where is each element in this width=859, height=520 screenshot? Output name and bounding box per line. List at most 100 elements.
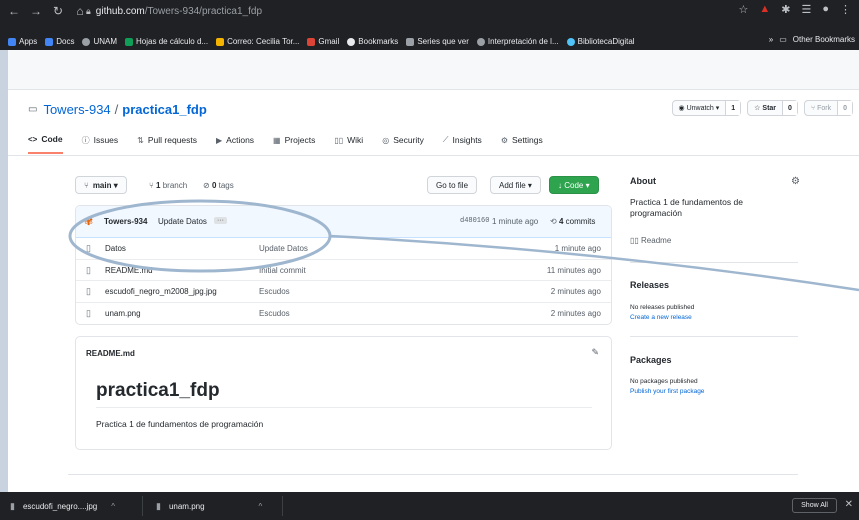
forward-icon[interactable]: → [28, 4, 44, 18]
tab-actions[interactable]: ▶ Actions [216, 134, 254, 154]
reload-icon[interactable]: ↻ [50, 4, 66, 18]
bookmark-item[interactable]: Apps [8, 37, 37, 46]
downloads-bar: ▮ escudofi_negro....jpg ^ ▮ unam.png ^ S… [0, 492, 859, 520]
kebab-menu-icon[interactable]: ⋮ [840, 3, 851, 16]
releases-title[interactable]: Releases [630, 280, 669, 290]
file-commit-message[interactable]: Escudos [259, 287, 290, 296]
tab-security[interactable]: ◎ Security [382, 134, 424, 154]
file-icon: ▯ [86, 307, 91, 318]
chevron-up-icon[interactable]: ^ [111, 502, 115, 511]
fork-button[interactable]: ⑂ Fork 0 [803, 100, 853, 116]
extension-icons: ☆ ▲ ✱ ☰ ● ⋮ [738, 3, 851, 16]
star-count[interactable]: 0 [782, 101, 797, 115]
commit-expand-button[interactable]: ··· [214, 217, 227, 224]
bookmark-item[interactable]: Bookmarks [347, 37, 398, 46]
bookmarks-bar: Apps Docs UNAM Hojas de cálculo d... Cor… [0, 33, 859, 50]
file-commit-message[interactable]: Initial commit [259, 266, 306, 275]
file-name[interactable]: README.md [105, 266, 153, 275]
file-list: ✾ Towers-934 Update Datos ··· d480160 1 … [75, 205, 612, 325]
file-icon: ▮ [156, 501, 161, 511]
table-row[interactable]: ▯ Datos Update Datos 1 minute ago [76, 238, 611, 260]
fork-count[interactable]: 0 [837, 101, 852, 115]
repo-tabs: <> Code ⓘ Issues ⇅ Pull requests ▶ Actions ▦… [28, 134, 562, 154]
file-time: 11 minutes ago [546, 265, 601, 275]
tab-issues[interactable]: ⓘ Issues [82, 134, 119, 154]
commit-author[interactable]: Towers-934 [104, 217, 147, 226]
publish-package-link[interactable]: Publish your first package [630, 388, 704, 395]
chevron-up-icon[interactable]: ^ [259, 502, 263, 511]
file-name[interactable]: Datos [105, 244, 126, 253]
sidebar: About ⚙ Practica 1 de fundamentos de pro… [630, 176, 800, 395]
watch-count[interactable]: 1 [725, 101, 741, 115]
bookmark-item[interactable]: Docs [45, 37, 74, 46]
tab-pull-requests[interactable]: ⇅ Pull requests [137, 134, 197, 154]
star-bookmark-icon[interactable]: ☆ [738, 3, 748, 16]
project-icon: ▦ [273, 135, 281, 145]
file-icon: ▯ [86, 286, 91, 296]
table-row[interactable]: ▯ escudofi_negro_m2008_jpg.jpg Escudos 2… [76, 281, 611, 303]
readme-link[interactable]: ▯▯ Readme [630, 236, 671, 245]
pencil-icon[interactable]: ✎ [591, 347, 599, 358]
download-item[interactable]: ▮ unam.png ^ [156, 501, 262, 512]
commit-message[interactable]: Update Datos [158, 217, 207, 226]
repo-separator: / [114, 102, 119, 117]
readme-header: README.md [86, 349, 135, 358]
sidebar-divider [630, 262, 798, 263]
table-row[interactable]: ▯ README.md Initial commit 11 minutes ag… [76, 260, 611, 281]
shield-icon: ◎ [382, 135, 390, 145]
url-path: /Towers-934/practica1_fdp [144, 5, 263, 17]
star-icon [347, 37, 356, 46]
file-name[interactable]: unam.png [105, 309, 141, 318]
file-time: 2 minutes ago [550, 308, 601, 318]
repo-owner-link[interactable]: Towers-934 [43, 102, 110, 117]
address-bar[interactable]: 🔒︎ github.com /Towers-934/practica1_fdp [86, 3, 786, 19]
commit-count-link[interactable]: ⟲ 4 commits [550, 217, 595, 226]
avatar[interactable]: ✾ [84, 216, 96, 228]
branch-select-button[interactable]: ⑂ main ▾ [75, 176, 127, 194]
commit-sha[interactable]: d480160 [460, 217, 489, 225]
puzzle-icon[interactable]: ✱ [781, 3, 790, 16]
add-file-button[interactable]: Add file ▾ [490, 176, 541, 194]
close-icon[interactable]: ✕ [845, 499, 853, 510]
bookmark-item[interactable]: Correo: Cecilia Tor... [216, 37, 299, 46]
gear-icon: ⚙ [500, 135, 508, 145]
profile-icon[interactable]: ● [822, 3, 829, 16]
packages-title[interactable]: Packages [630, 355, 672, 365]
file-name[interactable]: escudofi_negro_m2008_jpg.jpg [105, 287, 217, 296]
branches-link[interactable]: ⑂ 1 branch [149, 181, 187, 190]
table-row[interactable]: ▯ unam.png Escudos 2 minutes ago [76, 303, 611, 325]
tab-projects[interactable]: ▦ Projects [273, 134, 315, 154]
bookmark-item[interactable]: Hojas de cálculo d... [125, 37, 208, 46]
gear-icon[interactable]: ⚙ [791, 176, 800, 187]
about-title: About [630, 176, 656, 186]
tab-settings[interactable]: ⚙ Settings [501, 134, 543, 154]
globe-icon [82, 37, 91, 46]
bookmark-item[interactable]: BibliotecaDigital [566, 37, 635, 46]
branch-icon: ⑂ [149, 181, 157, 190]
repo-name-link[interactable]: practica1_fdp [122, 102, 207, 117]
menu-icon[interactable]: ☰ [801, 3, 811, 16]
file-commit-message[interactable]: Escudos [259, 309, 290, 318]
back-icon[interactable]: ← [6, 4, 22, 18]
create-release-link[interactable]: Create a new release [630, 314, 692, 321]
tab-wiki[interactable]: ▯▯ Wiki [334, 134, 363, 154]
download-item[interactable]: ▮ escudofi_negro....jpg ^ [10, 501, 115, 512]
bookmark-item[interactable]: Gmail [307, 37, 339, 46]
more-bookmarks-button[interactable]: » [769, 35, 773, 44]
extension-icon[interactable]: ▲ [759, 3, 770, 16]
other-bookmarks[interactable]: Other Bookmarks [793, 35, 855, 44]
tab-code[interactable]: <> Code [28, 134, 63, 154]
show-all-button[interactable]: Show All [792, 498, 837, 513]
gmail-icon [307, 37, 316, 46]
tags-link[interactable]: ⊘ 0 tags [203, 181, 234, 190]
file-commit-message[interactable]: Update Datos [259, 244, 308, 253]
star-button[interactable]: ☆ Star 0 [747, 100, 798, 116]
code-download-button[interactable]: ↓ Code ▾ [549, 176, 599, 194]
bookmark-item[interactable]: Series que ver [406, 37, 469, 46]
bookmark-item[interactable]: Interpretación de l... [476, 37, 559, 46]
go-to-file-button[interactable]: Go to file [427, 176, 478, 194]
tab-insights[interactable]: ⟋ Insights [443, 134, 482, 154]
watch-button[interactable]: ◉ Unwatch ▾ 1 [671, 100, 742, 116]
bookmark-item[interactable]: UNAM [82, 37, 117, 46]
repo-icon: ▭ [28, 104, 38, 115]
